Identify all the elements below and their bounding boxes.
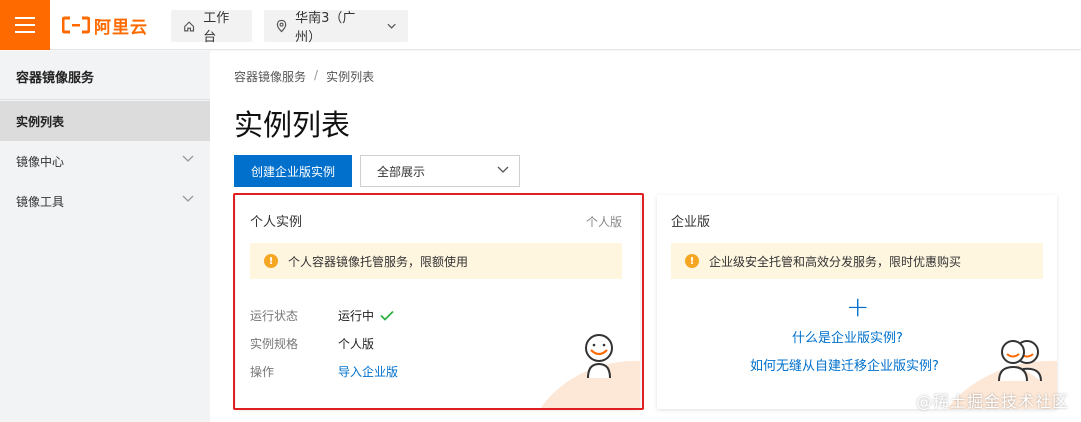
notice-text: 个人容器镜像托管服务，限额使用 [288,254,469,269]
filter-select[interactable]: 全部展示 [360,155,520,187]
field-value-spec: 个人版 [338,337,375,351]
sidebar: 容器镜像服务 实例列表 镜像中心 镜像工具 [0,51,210,422]
field-label-status: 运行状态 [250,309,299,323]
warning-icon: ! [685,254,699,268]
card-title: 个人实例 [250,215,303,230]
hamburger-menu-button[interactable] [0,0,50,50]
sidebar-item-instance-list[interactable]: 实例列表 [0,101,210,141]
warning-icon: ! [264,254,278,268]
chevron-down-icon [182,195,194,202]
import-enterprise-link[interactable]: 导入企业版 [338,363,398,380]
card-tag: 个人版 [585,215,622,229]
field-label-spec: 实例规格 [250,337,299,351]
card-title: 企业版 [671,215,711,230]
breadcrumb-item-service[interactable]: 容器镜像服务 [234,68,306,85]
workbench-button[interactable]: 工作台 [171,10,252,45]
migrate-enterprise-link[interactable]: 如何无缝从自建迁移企业版实例? [750,355,939,374]
team-mascot-icon [998,340,1042,382]
sidebar-item-image-tools[interactable]: 镜像工具 [0,181,210,221]
watermark: @稀土掘金技术社区 [915,392,1069,411]
notice-text: 企业级安全托管和高效分发服务，限时优惠购买 [709,254,962,269]
chevron-down-icon [497,166,509,173]
hamburger-icon [15,17,35,33]
location-pin-icon [276,19,287,33]
region-label: 华南3（广州） [295,11,356,45]
what-is-enterprise-link[interactable]: 什么是企业版实例? [792,327,903,346]
sidebar-item-label: 实例列表 [16,114,65,129]
top-navbar: 阿里云 工作台 华南3（广州） [0,0,1081,50]
sidebar-item-label: 镜像工具 [16,194,65,209]
page-title: 实例列表 [234,108,351,142]
workbench-label: 工作台 [203,11,230,45]
field-label-action: 操作 [250,365,275,379]
notice-bar: ! 企业级安全托管和高效分发服务，限时优惠购买 [671,243,1043,279]
aliyun-logo-icon [62,16,90,34]
notice-bar: ! 个人容器镜像托管服务，限额使用 [250,243,622,279]
personal-instance-card[interactable]: 个人实例 个人版 ! 个人容器镜像托管服务，限额使用 运行状态 运行中 实例规格… [236,195,640,409]
home-icon [184,20,195,31]
filter-select-value: 全部展示 [377,164,426,179]
sidebar-item-image-center[interactable]: 镜像中心 [0,141,210,181]
enterprise-instance-card[interactable]: 企业版 ! 企业级安全托管和高效分发服务，限时优惠购买 + 什么是企业版实例? … [657,195,1057,409]
create-enterprise-instance-button[interactable]: 创建企业版实例 [234,155,352,187]
chevron-down-icon [387,23,396,29]
add-instance-plus-icon[interactable]: + [846,293,869,321]
aliyun-logo[interactable]: 阿里云 [62,13,148,38]
breadcrumb: 容器镜像服务 / 实例列表 [234,68,374,85]
sidebar-item-label: 镜像中心 [16,154,65,169]
breadcrumb-separator: / [314,68,319,82]
breadcrumb-item-current: 实例列表 [326,70,375,84]
chevron-down-icon [182,155,194,162]
person-mascot-icon [585,334,613,379]
field-value-status: 运行中 [338,307,394,324]
checkmark-icon [380,310,394,321]
logo-text: 阿里云 [94,17,148,38]
status-text: 运行中 [338,309,375,323]
sidebar-title: 容器镜像服务 [16,71,95,86]
region-selector[interactable]: 华南3（广州） [264,10,408,45]
sidebar-divider [0,99,210,100]
